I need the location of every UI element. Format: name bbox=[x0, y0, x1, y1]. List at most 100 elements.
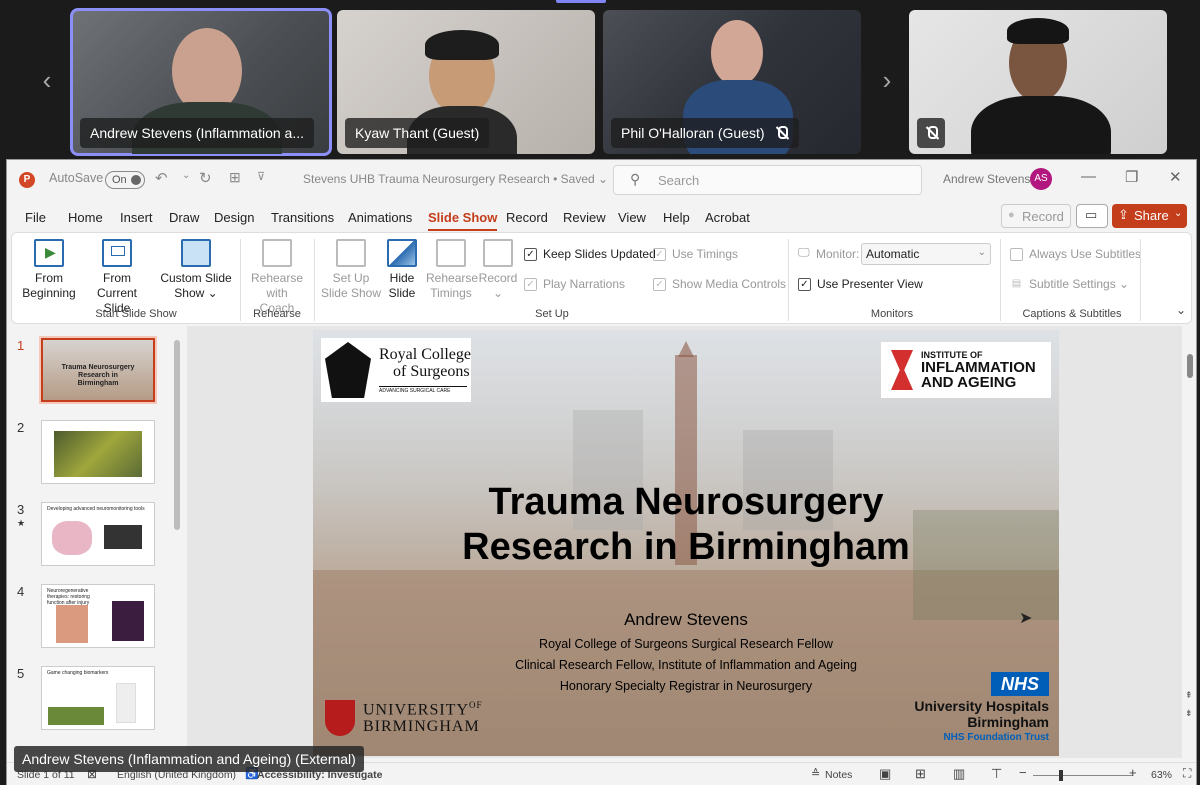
tab-view[interactable]: View bbox=[618, 210, 646, 225]
set-up-slide-show-button[interactable]: Set Up Slide Show bbox=[320, 239, 382, 301]
minimize-icon[interactable]: — bbox=[1081, 168, 1096, 185]
slide-author[interactable]: Andrew Stevens bbox=[313, 610, 1059, 630]
zoom-in-icon[interactable]: + bbox=[1129, 765, 1137, 780]
tab-draw[interactable]: Draw bbox=[169, 210, 199, 225]
powerpoint-window: P AutoSave On ↶ ⌄ ↻ ⊞ ⊽ Stevens UHB Trau… bbox=[6, 159, 1197, 785]
from-current-slide-button[interactable]: From Current Slide bbox=[82, 239, 152, 316]
subtitle-settings-button[interactable]: ▤ Subtitle Settings ⌄ bbox=[1010, 277, 1129, 291]
tab-record[interactable]: Record bbox=[506, 210, 548, 225]
comments-button[interactable]: ▭ bbox=[1076, 204, 1108, 228]
from-beginning-button[interactable]: ▶ From Beginning bbox=[22, 239, 76, 301]
next-participants-button[interactable]: › bbox=[872, 48, 902, 112]
slide-role-1[interactable]: Royal College of Surgeons Surgical Resea… bbox=[313, 637, 1059, 651]
video-tile-andrew[interactable]: Andrew Stevens (Inflammation a... bbox=[70, 8, 332, 156]
share-button[interactable]: ⇪ Share ⌄ bbox=[1112, 204, 1187, 228]
tab-slide-show[interactable]: Slide Show bbox=[428, 210, 498, 231]
scrollbar-thumb[interactable] bbox=[1187, 354, 1193, 378]
tab-animations[interactable]: Animations bbox=[348, 210, 412, 225]
autosave-label: AutoSave bbox=[49, 171, 104, 185]
powerpoint-logo-icon: P bbox=[19, 172, 35, 188]
slide-thumbnail-1[interactable]: Trauma Neurosurgery Research in Birmingh… bbox=[39, 336, 157, 404]
prev-slide-icon[interactable]: ⇞ bbox=[1185, 690, 1193, 701]
reading-view-icon[interactable]: ▥ bbox=[953, 766, 965, 782]
slide-thumbnail-4[interactable]: Neuroregenerative therapies: restoring f… bbox=[41, 584, 155, 648]
chevron-down-icon: ⌄ bbox=[977, 247, 986, 258]
autosave-toggle[interactable]: On bbox=[105, 171, 145, 189]
custom-slide-show-button[interactable]: Custom Slide Show ⌄ bbox=[160, 239, 232, 301]
zoom-level[interactable]: 63% bbox=[1151, 769, 1172, 781]
undo-dropdown-icon[interactable]: ⌄ bbox=[182, 170, 190, 181]
close-icon[interactable]: ✕ bbox=[1169, 168, 1182, 186]
group-label-monitors: Monitors bbox=[870, 308, 914, 320]
tab-review[interactable]: Review bbox=[563, 210, 606, 225]
restore-icon[interactable]: ❐ bbox=[1125, 168, 1138, 186]
rehearse-with-coach-button[interactable]: Rehearse with Coach bbox=[248, 239, 306, 316]
record-button[interactable]: ● Record bbox=[1001, 204, 1071, 228]
use-timings-checkbox[interactable]: ✓ Use Timings bbox=[653, 247, 738, 261]
normal-view-icon[interactable]: ▣ bbox=[879, 766, 891, 782]
show-media-controls-checkbox[interactable]: ✓ Show Media Controls bbox=[653, 277, 786, 291]
keep-slides-updated-checkbox[interactable]: ✓ Keep Slides Updated bbox=[524, 247, 656, 261]
search-input[interactable]: Search bbox=[658, 173, 699, 188]
title-bar: P AutoSave On ↶ ⌄ ↻ ⊞ ⊽ Stevens UHB Trau… bbox=[7, 160, 1196, 200]
from-current-slide-icon bbox=[102, 239, 132, 267]
slide-number: 5 bbox=[17, 666, 25, 681]
participant-name: Phil O'Halloran (Guest) bbox=[611, 118, 799, 148]
tab-help[interactable]: Help bbox=[663, 210, 690, 225]
hide-slide-button[interactable]: Hide Slide bbox=[384, 239, 420, 301]
monitor-select[interactable]: Automatic ⌄ bbox=[861, 243, 991, 265]
prev-participants-button[interactable]: ‹ bbox=[32, 48, 62, 112]
collapse-ribbon-icon[interactable]: ⌄ bbox=[1176, 303, 1186, 317]
customize-toolbar-icon[interactable]: ⊽ bbox=[257, 170, 265, 183]
thumbnail-scrollbar[interactable] bbox=[174, 340, 180, 530]
video-tile-guest[interactable] bbox=[909, 10, 1167, 154]
participant-name bbox=[917, 118, 945, 148]
notes-button[interactable]: Notes bbox=[825, 769, 852, 781]
tab-file[interactable]: File bbox=[25, 210, 46, 225]
setup-show-icon bbox=[336, 239, 366, 267]
undo-icon[interactable]: ↶ bbox=[155, 169, 168, 187]
monitor-label: Monitor: bbox=[816, 247, 860, 261]
zoom-slider[interactable] bbox=[1033, 775, 1133, 776]
slide-title[interactable]: Trauma Neurosurgery Research in Birmingha… bbox=[313, 480, 1059, 570]
zoom-out-icon[interactable]: − bbox=[1019, 765, 1027, 780]
participant-video bbox=[711, 20, 763, 86]
group-label-rehearse: Rehearse bbox=[253, 308, 301, 320]
fit-to-window-icon[interactable]: ⛶ bbox=[1183, 766, 1191, 781]
video-tile-phil[interactable]: Phil O'Halloran (Guest) bbox=[603, 10, 861, 154]
tab-acrobat[interactable]: Acrobat bbox=[705, 210, 750, 225]
slide-thumbnail-3[interactable]: Developing advanced neuromonitoring tool… bbox=[41, 502, 155, 566]
tab-home[interactable]: Home bbox=[68, 210, 103, 225]
rehearse-timings-button[interactable]: Rehearse Timings bbox=[426, 239, 478, 301]
slide-sorter-icon[interactable]: ⊞ bbox=[915, 766, 926, 782]
participant-name: Andrew Stevens (Inflammation a... bbox=[80, 118, 314, 148]
tab-design[interactable]: Design bbox=[214, 210, 254, 225]
uhb-nhs-logo: NHS University Hospitals Birmingham NHS F… bbox=[914, 672, 1049, 743]
play-narrations-checkbox[interactable]: ✓ Play Narrations bbox=[524, 277, 625, 291]
monitor-icon: 🖵 bbox=[798, 245, 810, 259]
ribbon-tabs: File Home Insert Draw Design Transitions… bbox=[7, 200, 1196, 232]
iia-hourglass-icon bbox=[891, 350, 913, 390]
redo-icon[interactable]: ↻ bbox=[199, 169, 212, 187]
slideshow-view-icon[interactable]: ⊤ bbox=[991, 766, 1002, 782]
tab-transitions[interactable]: Transitions bbox=[271, 210, 334, 225]
slide-thumbnail-2[interactable] bbox=[41, 420, 155, 484]
slide-thumbnail-5[interactable]: Game changing biomarkers bbox=[41, 666, 155, 730]
avatar[interactable]: AS bbox=[1030, 168, 1052, 190]
chevron-down-icon: ⌄ bbox=[1174, 208, 1183, 219]
notes-icon[interactable]: ≙ bbox=[811, 767, 820, 780]
from-beginning-icon: ▶ bbox=[34, 239, 64, 267]
present-icon[interactable]: ⊞ bbox=[229, 169, 241, 186]
video-tile-kyaw[interactable]: Kyaw Thant (Guest) bbox=[337, 10, 595, 154]
always-use-subtitles-checkbox[interactable]: Always Use Subtitles bbox=[1010, 247, 1141, 261]
next-slide-icon[interactable]: ⇟ bbox=[1185, 708, 1193, 719]
document-title[interactable]: Stevens UHB Trauma Neurosurgery Research… bbox=[303, 172, 608, 186]
user-name: Andrew Stevens bbox=[943, 172, 1031, 186]
slide-number: 1 bbox=[17, 338, 25, 353]
zoom-slider-thumb[interactable] bbox=[1059, 770, 1063, 781]
search-box[interactable]: ⚲ Search bbox=[613, 165, 922, 195]
record-dropdown-button[interactable]: Record ⌄ bbox=[478, 239, 518, 301]
tab-insert[interactable]: Insert bbox=[120, 210, 153, 225]
slide-canvas[interactable]: Royal College of Surgeons ADVANCING SURGI… bbox=[313, 330, 1059, 756]
use-presenter-view-checkbox[interactable]: ✓ Use Presenter View bbox=[798, 277, 923, 291]
